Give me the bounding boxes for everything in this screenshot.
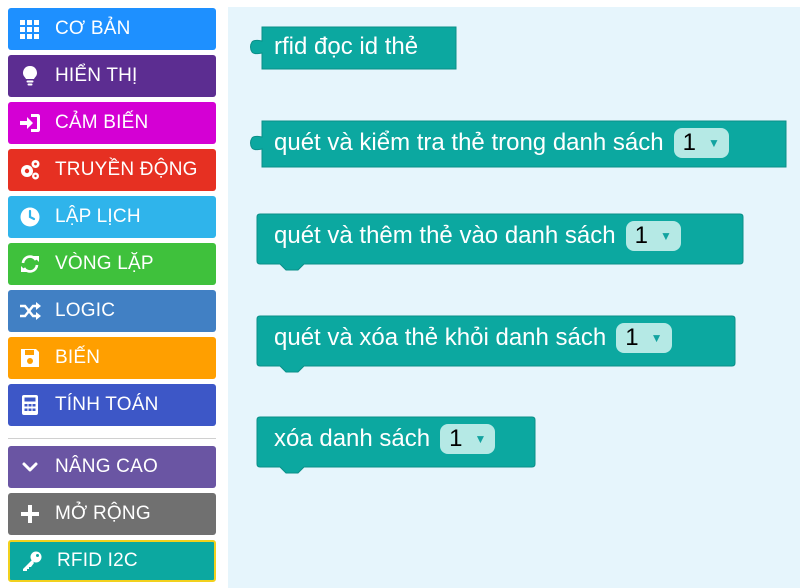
category-nang-cao[interactable]: NÂNG CAO — [8, 446, 216, 488]
dropdown-arrow-icon: ▼ — [707, 136, 720, 150]
category-label: TÍNH TOÁN — [55, 394, 159, 415]
list-dropdown[interactable]: 1 ▼ — [616, 323, 672, 353]
category-label: LOGIC — [55, 300, 116, 321]
chevron-down-icon — [19, 456, 41, 478]
category-truyen-dong[interactable]: TRUYỀN ĐỘNG — [8, 149, 216, 191]
category-mo-rong[interactable]: MỞ RỘNG — [8, 493, 216, 535]
category-logic[interactable]: LOGIC — [8, 290, 216, 332]
category-rfid-i2c[interactable]: RFID I2C — [8, 540, 216, 582]
category-label: NÂNG CAO — [55, 456, 158, 477]
list-dropdown[interactable]: 1 ▼ — [625, 221, 681, 251]
category-label: CƠ BẢN — [55, 18, 131, 39]
block-label: quét và xóa thẻ khỏi danh sách — [274, 324, 607, 351]
category-hien-thi[interactable]: HIỂN THỊ — [8, 55, 216, 97]
clock-icon — [19, 206, 41, 228]
category-label: HIỂN THỊ — [55, 65, 138, 86]
dropdown-value: 1 — [449, 425, 463, 452]
category-label: LẬP LỊCH — [55, 206, 141, 227]
dropdown-value: 1 — [682, 129, 696, 156]
list-dropdown[interactable]: 1 ▼ — [673, 128, 729, 158]
block-clear-list[interactable]: xóa danh sách 1 ▼ — [256, 415, 536, 474]
category-lap-lich[interactable]: LẬP LỊCH — [8, 196, 216, 238]
category-bien[interactable]: BIẾN — [8, 337, 216, 379]
gears-icon — [19, 159, 41, 181]
grid-icon — [19, 18, 41, 40]
category-vong-lap[interactable]: VÒNG LẶP — [8, 243, 216, 285]
block-label: quét và kiểm tra thẻ trong danh sách — [274, 129, 664, 156]
refresh-icon — [19, 253, 41, 275]
sign-in-icon — [19, 112, 41, 134]
dropdown-arrow-icon: ▼ — [659, 229, 672, 243]
category-label: TRUYỀN ĐỘNG — [55, 159, 198, 180]
block-scan-add-card[interactable]: quét và thêm thẻ vào danh sách 1 ▼ — [256, 212, 744, 271]
calculator-icon — [19, 394, 41, 416]
category-label: VÒNG LẶP — [55, 253, 154, 274]
category-label: RFID I2C — [57, 550, 138, 571]
block-rfid-read-id[interactable]: rfid đọc id thẻ — [240, 25, 458, 70]
list-dropdown[interactable]: 1 ▼ — [440, 424, 496, 454]
plus-icon — [19, 503, 41, 525]
dropdown-value: 1 — [625, 324, 639, 351]
category-label: MỞ RỘNG — [55, 503, 151, 524]
block-label: quét và thêm thẻ vào danh sách — [274, 222, 616, 249]
dropdown-arrow-icon: ▼ — [474, 432, 487, 446]
blocks-workspace[interactable]: rfid đọc id thẻ quét và kiểm tra thẻ tro… — [228, 7, 800, 588]
block-label: rfid đọc id thẻ — [274, 33, 419, 60]
block-scan-check-card[interactable]: quét và kiểm tra thẻ trong danh sách 1 ▼ — [240, 119, 788, 168]
block-label: xóa danh sách — [274, 425, 431, 452]
dropdown-arrow-icon: ▼ — [650, 331, 663, 345]
dropdown-value: 1 — [634, 222, 648, 249]
category-label: BIẾN — [55, 347, 101, 368]
shuffle-icon — [19, 300, 41, 322]
lightbulb-icon — [19, 65, 41, 87]
category-label: CẢM BIẾN — [55, 112, 149, 133]
category-co-ban[interactable]: CƠ BẢN — [8, 8, 216, 50]
toolbox-divider — [8, 438, 216, 439]
category-tinh-toan[interactable]: TÍNH TOÁN — [8, 384, 216, 426]
category-cam-bien[interactable]: CẢM BIẾN — [8, 102, 216, 144]
save-icon — [19, 347, 41, 369]
toolbox: CƠ BẢN HIỂN THỊ CẢM BIẾN TRUYỀN ĐỘNG LẬP… — [0, 0, 224, 588]
block-scan-remove-card[interactable]: quét và xóa thẻ khỏi danh sách 1 ▼ — [256, 314, 736, 373]
key-icon — [21, 550, 43, 572]
